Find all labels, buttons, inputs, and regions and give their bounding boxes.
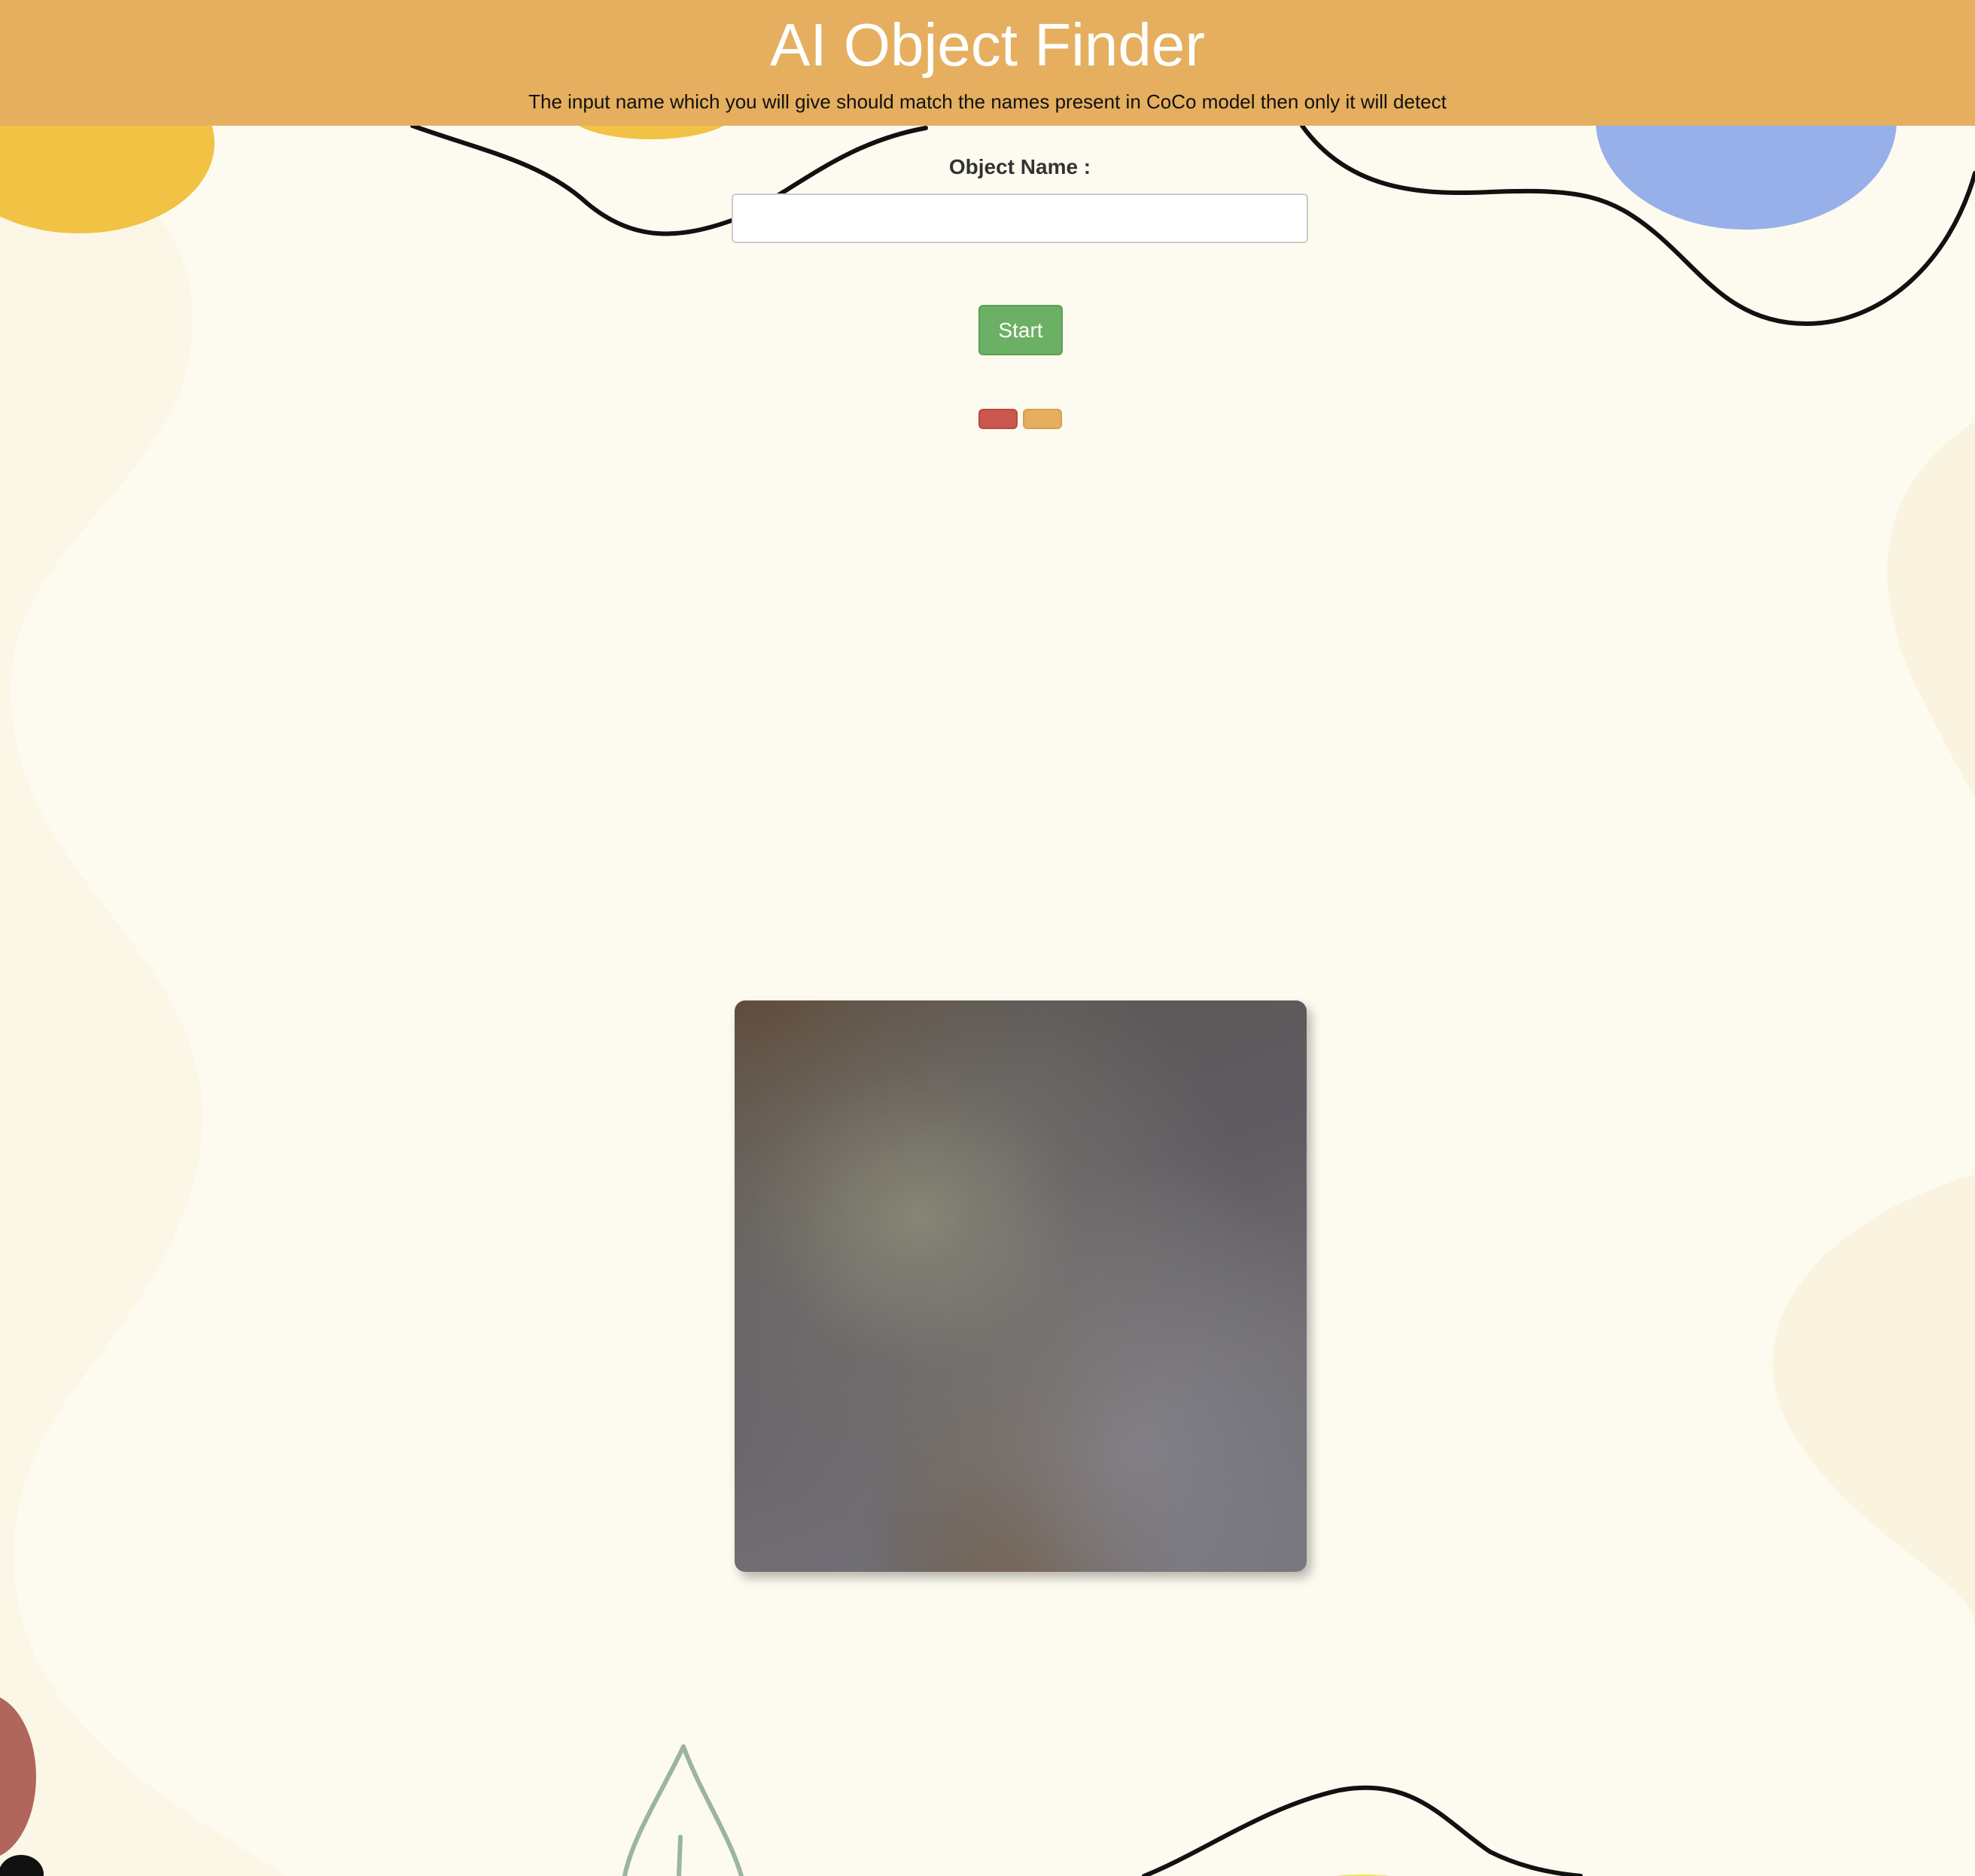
object-name-label: Object Name : (948, 155, 1091, 178)
page-subtitle: The input name which you will give shoul… (528, 90, 1447, 113)
start-button[interactable]: Start (978, 305, 1063, 355)
object-name-input[interactable] (732, 193, 1308, 243)
decorative-background (0, 11, 1975, 1876)
red-button[interactable] (978, 409, 1018, 429)
amber-button[interactable] (1023, 409, 1062, 429)
webcam-video-feed (735, 1000, 1307, 1572)
leaf-stem-icon (677, 1835, 683, 1876)
background-blob-right-lower (1772, 1174, 1975, 1626)
leaf-outline-icon (622, 1744, 744, 1876)
header-bar: AI Object Finder The input name which yo… (0, 0, 1975, 126)
squiggle-line-bottom (1142, 1785, 1583, 1876)
page-title: AI Object Finder (769, 11, 1205, 78)
background-blob-left (0, 120, 286, 1876)
background-blob-right (1887, 422, 1975, 798)
